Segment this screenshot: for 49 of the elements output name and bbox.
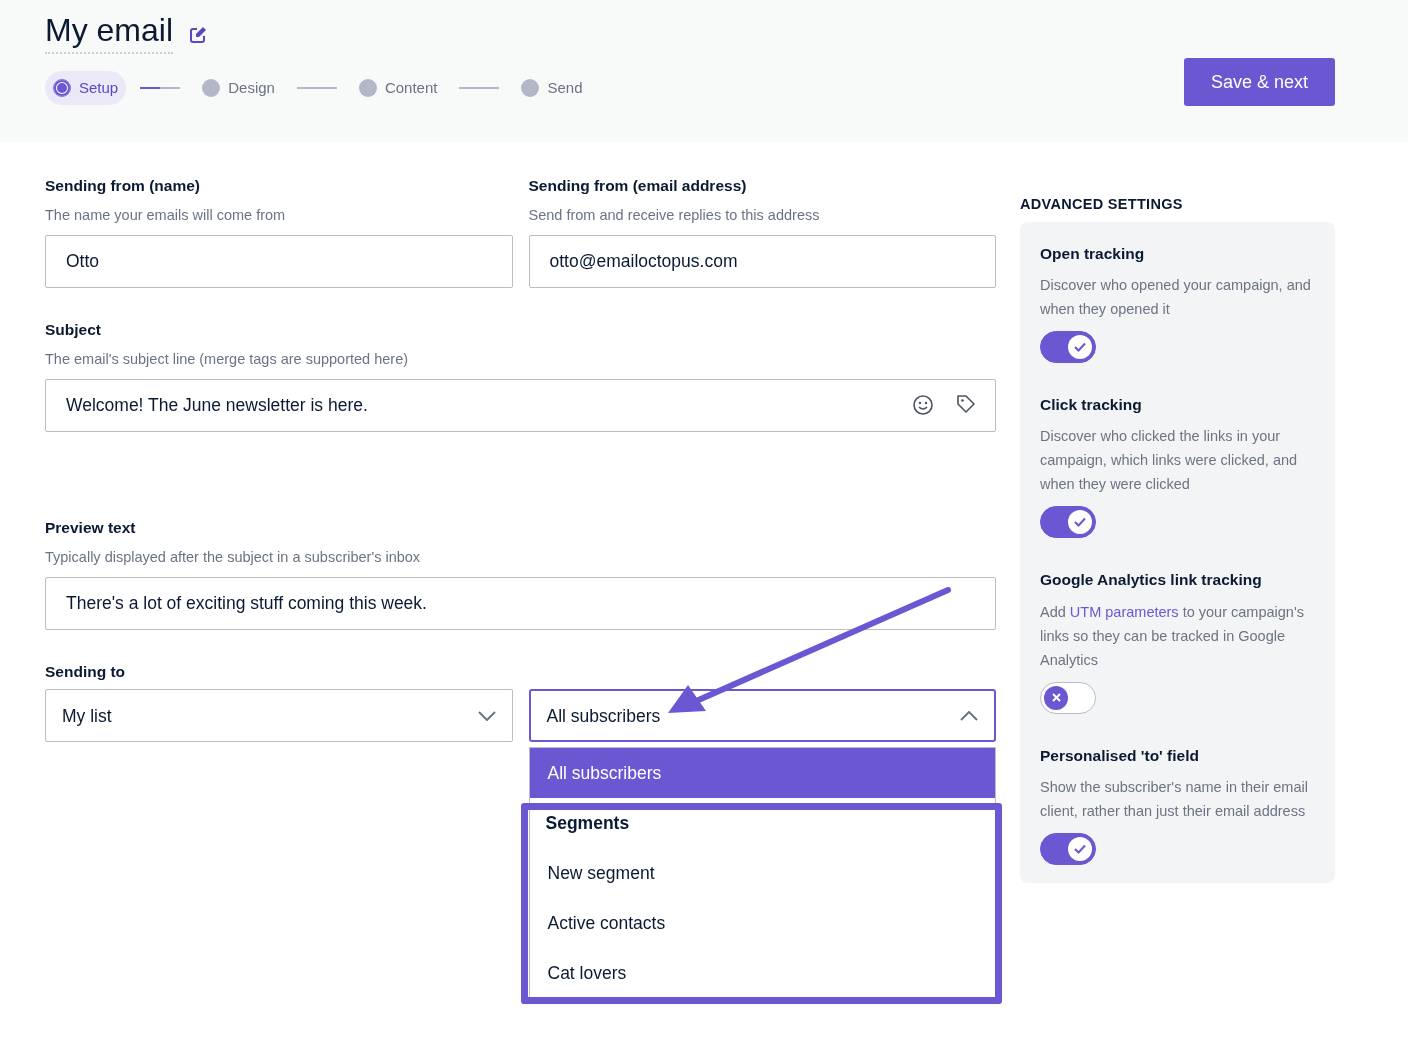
check-icon: [1074, 517, 1086, 528]
text-link[interactable]: UTM parameters: [1069, 603, 1179, 620]
dropdown-option[interactable]: All subscribers: [529, 748, 995, 799]
dropdown-option[interactable]: Active contacts: [529, 898, 995, 949]
field-hint: The name your emails will come from: [45, 206, 287, 226]
dropdown-select[interactable]: My list: [45, 689, 513, 743]
toggle-switch[interactable]: [1040, 506, 1096, 539]
field-label: Preview text: [45, 518, 137, 538]
toggle-switch[interactable]: [1040, 681, 1096, 714]
tag-icon[interactable]: [956, 394, 976, 416]
group-heading: Segments: [544, 812, 631, 836]
field-label: Subject: [45, 320, 102, 340]
field-hint: Typically displayed after the subject in a subscriber's inbox: [45, 548, 422, 568]
field-hint: The email's subject line (merge tags are supported here): [45, 350, 410, 370]
dropdown-option[interactable]: Cat lovers: [529, 948, 995, 999]
step-tab[interactable]: Setup: [45, 70, 127, 106]
setting-title: Google Analytics link tracking: [1040, 570, 1263, 591]
subject-field[interactable]: Welcome! The June newsletter is here.: [45, 379, 996, 432]
field-label: Sending to: [45, 662, 127, 682]
field-label: Sending from (email address): [528, 176, 748, 196]
setting-description: Add UTM parameters to your campaign's links so they can be tracked in Google Analytics: [1040, 602, 1305, 670]
check-icon: [1074, 342, 1086, 352]
edit-icon[interactable]: [189, 26, 207, 44]
email-title: My email: [45, 10, 173, 54]
toggle-switch[interactable]: [1040, 832, 1096, 865]
close-icon: [1051, 693, 1061, 702]
field-hint: Send from and receive replies to this address: [528, 206, 821, 226]
setting-description: Discover who clicked the links in your campaign, which links were clicked, and when they were clicked: [1040, 427, 1299, 495]
section-heading: ADVANCED SETTINGS: [1020, 195, 1184, 214]
text-field[interactable]: Otto: [45, 235, 513, 288]
save-next-button[interactable]: Save & next: [1184, 58, 1335, 106]
setting-title: Open tracking: [1040, 243, 1146, 264]
setting-description: Discover who opened your campaign, and when they opened it: [1040, 276, 1312, 319]
chevron-up-icon: [960, 710, 978, 721]
field-label: Sending from (name): [45, 176, 201, 196]
preview-text-field[interactable]: There's a lot of exciting stuff coming this week.: [45, 577, 996, 630]
check-icon: [1074, 843, 1086, 854]
toggle-switch[interactable]: [1040, 331, 1096, 363]
chevron-down-icon: [477, 710, 496, 721]
smiley-icon[interactable]: [912, 394, 934, 416]
setting-description: Show the subscriber's name in their email client, rather than just their email address: [1040, 777, 1309, 821]
dropdown-option[interactable]: New segment: [529, 848, 995, 899]
step-tab[interactable]: Content: [350, 70, 446, 106]
setting-title: Personalised 'to' field: [1040, 745, 1200, 766]
text-field[interactable]: otto@emailoctopus.com: [528, 235, 996, 288]
setting-title: Click tracking: [1040, 395, 1143, 415]
step-tab[interactable]: Send: [513, 70, 591, 106]
step-tab[interactable]: Design: [194, 70, 283, 106]
dropdown-select[interactable]: All subscribers: [528, 689, 996, 743]
